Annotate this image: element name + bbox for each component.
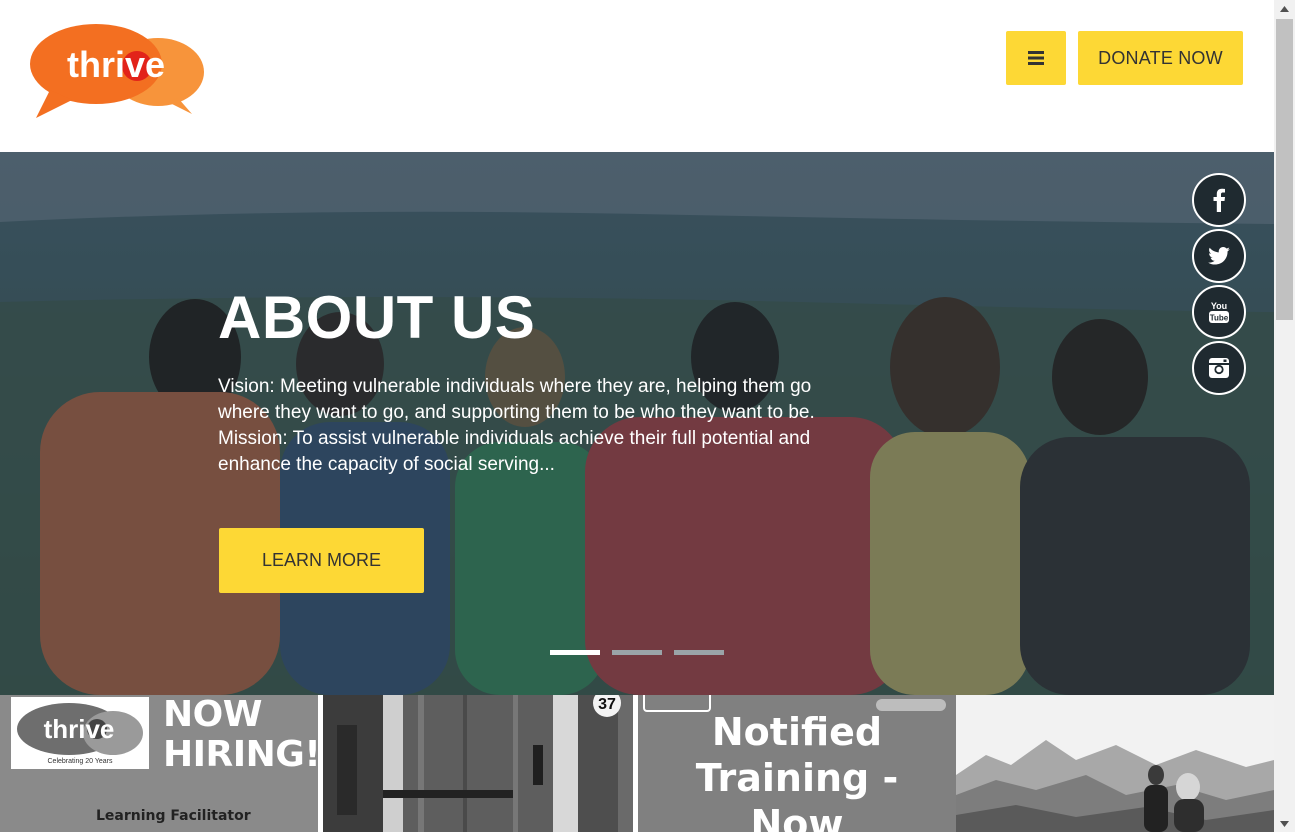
youtube-icon: You Tube <box>1209 301 1229 323</box>
logo-tagline: Celebrating 20 Years <box>48 758 113 765</box>
hamburger-icon <box>1028 51 1044 65</box>
twitter-icon <box>1208 247 1230 265</box>
hiring-line-2: HIRING! <box>163 734 318 775</box>
scroll-down-icon <box>1280 820 1289 827</box>
menu-button[interactable] <box>1006 31 1066 85</box>
door-photo: 37 <box>323 695 633 832</box>
training-line-2: Training - <box>695 756 899 800</box>
thrive-logo-small: thrive Celebrating 20 Years <box>11 697 149 769</box>
scroll-down-arrow[interactable] <box>1274 815 1295 832</box>
scroll-up-arrow[interactable] <box>1274 0 1295 17</box>
youtube-link[interactable]: You Tube <box>1192 285 1246 339</box>
training-line-1: Notified <box>711 710 883 754</box>
svg-text:You: You <box>1211 301 1227 311</box>
door-number: 37 <box>598 696 616 713</box>
instagram-link[interactable] <box>1192 341 1246 395</box>
thrive-logo[interactable]: thrive <box>28 22 208 122</box>
training-headline: Notified Training - Now <box>638 709 956 832</box>
hero-slider: ABOUT US Vision: Meeting vulnerable indi… <box>0 152 1274 695</box>
vertical-scrollbar[interactable] <box>1274 0 1295 832</box>
scrollbar-thumb[interactable] <box>1276 19 1293 320</box>
page: thrive DONATE NOW ABOUT US Vision: Meeti… <box>0 0 1274 832</box>
now-hiring-headline: NOW HIRING! <box>163 695 318 775</box>
instagram-icon <box>1209 358 1229 378</box>
slider-dot[interactable] <box>550 650 600 655</box>
hero-description: Vision: Meeting vulnerable individuals w… <box>218 376 815 475</box>
scroll-up-icon <box>1280 5 1289 12</box>
slider-pagination <box>550 650 724 655</box>
social-links: You Tube <box>1192 173 1246 395</box>
hero-title: ABOUT US <box>218 284 536 351</box>
tile-landscape-photo[interactable] <box>956 695 1274 832</box>
facebook-icon <box>1213 188 1225 212</box>
facebook-link[interactable] <box>1192 173 1246 227</box>
hiring-line-1: NOW <box>163 695 262 735</box>
tile-door-image[interactable]: 37 <box>323 695 633 832</box>
training-line-3: Now <box>750 802 844 832</box>
twitter-link[interactable] <box>1192 229 1246 283</box>
site-header: thrive DONATE NOW <box>0 0 1274 152</box>
donate-button[interactable]: DONATE NOW <box>1078 31 1243 85</box>
featured-tiles: thrive Celebrating 20 Years NOW HIRING! … <box>0 695 1274 832</box>
hiring-subtitle: Learning Facilitator <box>96 808 251 824</box>
small-logo-text: thrive <box>44 714 115 744</box>
slider-dot[interactable] <box>612 650 662 655</box>
tile-now-hiring[interactable]: thrive Celebrating 20 Years NOW HIRING! … <box>0 695 318 832</box>
svg-text:Tube: Tube <box>1210 314 1229 323</box>
learn-more-button[interactable]: LEARN MORE <box>219 528 424 593</box>
slider-dot[interactable] <box>674 650 724 655</box>
tile-notified-training[interactable]: Notified Training - Now <box>638 695 956 832</box>
logo-text: thrive <box>67 44 165 85</box>
landscape-photo <box>956 695 1274 832</box>
